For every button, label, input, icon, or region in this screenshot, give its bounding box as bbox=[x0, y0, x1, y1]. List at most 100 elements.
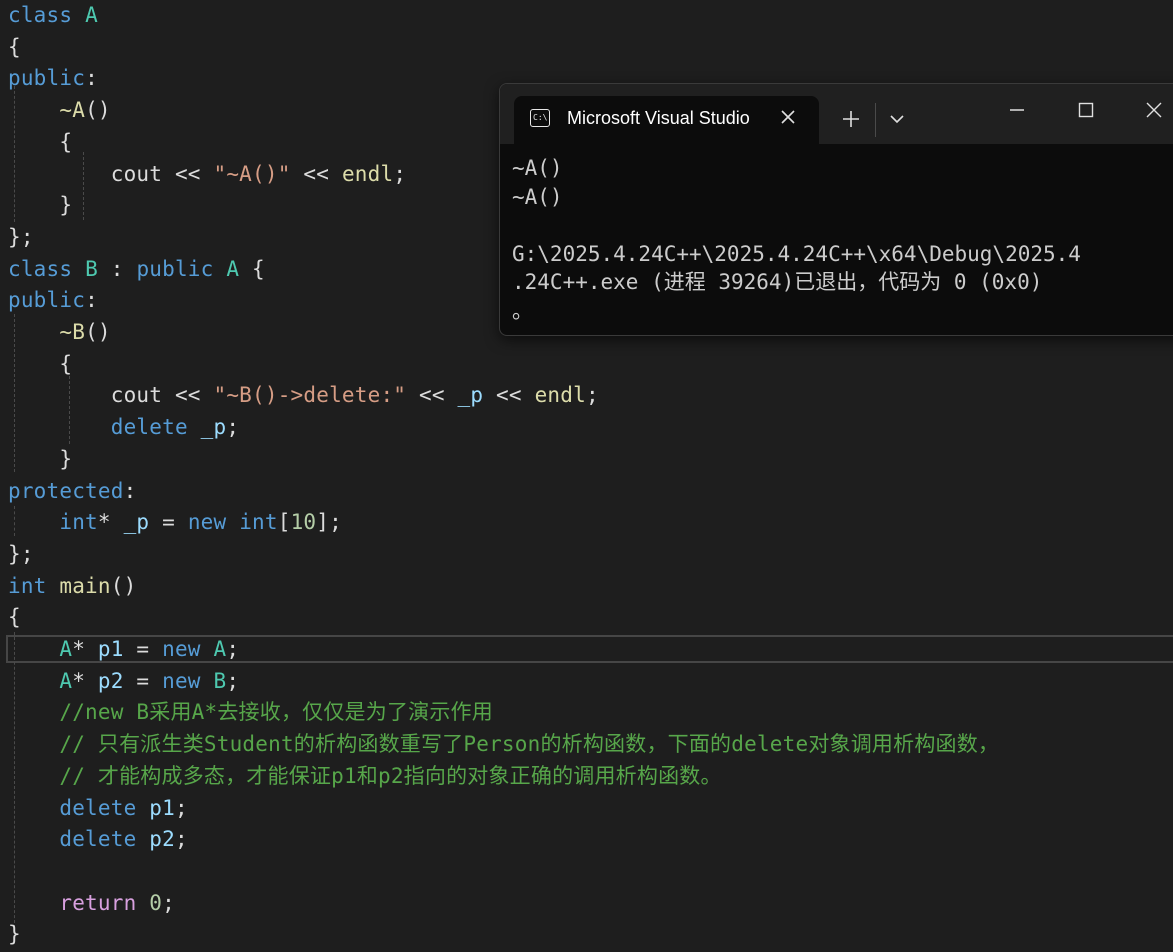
code-token: class bbox=[8, 3, 86, 27]
code-token: ~B bbox=[59, 320, 86, 344]
code-token: // 才能构成多态，才能保证p1和p2指向的对象正确的调用析构函数。 bbox=[8, 763, 722, 788]
code-token: endl bbox=[534, 383, 586, 408]
code-token: } bbox=[8, 446, 73, 471]
title-bar[interactable]: C:\ Microsoft Visual Studio bbox=[500, 84, 1173, 144]
code-line[interactable]: { bbox=[8, 127, 72, 157]
code-line[interactable]: delete _p; bbox=[8, 412, 239, 442]
code-token: p1 bbox=[149, 795, 175, 820]
code-token: ; bbox=[162, 890, 175, 915]
close-window-icon[interactable] bbox=[1142, 98, 1166, 122]
code-line[interactable]: int* _p = new int[10]; bbox=[8, 507, 342, 537]
code-line[interactable]: { bbox=[8, 349, 72, 379]
plus-icon[interactable] bbox=[838, 106, 864, 132]
code-token: B bbox=[213, 668, 227, 693]
code-token: class bbox=[8, 256, 86, 281]
code-token: "~A()" bbox=[213, 161, 291, 186]
code-token: }; bbox=[8, 541, 34, 566]
close-icon[interactable] bbox=[776, 105, 800, 129]
code-token: delete bbox=[110, 415, 201, 440]
code-line[interactable]: }; bbox=[8, 539, 34, 569]
code-line[interactable]: } bbox=[8, 919, 21, 949]
code-token: ; bbox=[226, 668, 240, 693]
code-line[interactable]: A* p1 = new A; bbox=[8, 634, 239, 664]
code-token: { bbox=[8, 351, 73, 376]
titlebar-divider bbox=[875, 103, 876, 137]
code-token: () bbox=[85, 98, 111, 123]
code-token: : bbox=[85, 66, 98, 91]
code-line[interactable]: //new B采用A*去接收，仅仅是为了演示作用 bbox=[8, 697, 493, 727]
terminal-icon-text: C:\ bbox=[533, 113, 548, 122]
code-token: () bbox=[110, 573, 137, 598]
code-token: 10 bbox=[290, 510, 317, 535]
code-token: { bbox=[8, 34, 21, 59]
code-token: : bbox=[85, 288, 98, 313]
code-line[interactable]: delete p2; bbox=[8, 824, 188, 854]
code-token: _p bbox=[123, 510, 150, 535]
code-token: cout << bbox=[8, 383, 214, 408]
code-line[interactable]: cout << "~A()" << endl; bbox=[8, 159, 406, 189]
code-token: A bbox=[59, 637, 73, 661]
code-token: ~A bbox=[59, 98, 86, 123]
code-token: { bbox=[8, 129, 73, 154]
terminal-window[interactable]: C:\ Microsoft Visual Studio ~A() ~A() G:\2… bbox=[499, 83, 1173, 336]
terminal-icon: C:\ bbox=[530, 109, 550, 127]
code-line[interactable]: // 才能构成多态，才能保证p1和p2指向的对象正确的调用析构函数。 bbox=[8, 761, 722, 791]
code-token: [ bbox=[277, 510, 291, 535]
code-line[interactable]: // 只有派生类Student的析构函数重写了Person的析构函数，下面的de… bbox=[8, 729, 999, 759]
code-line[interactable]: ~A() bbox=[8, 95, 111, 125]
code-token: p2 bbox=[149, 827, 175, 852]
code-token: delete bbox=[59, 827, 150, 852]
code-token: A bbox=[226, 256, 240, 281]
code-token: ; bbox=[393, 161, 407, 186]
code-token: = bbox=[149, 510, 188, 535]
code-line[interactable]: protected: bbox=[8, 476, 136, 506]
code-line[interactable]: class B : public A { bbox=[8, 254, 265, 284]
code-token: << bbox=[483, 383, 535, 408]
code-token: main bbox=[59, 573, 111, 598]
code-token: * bbox=[72, 637, 98, 661]
code-token: << bbox=[290, 161, 342, 186]
code-token: new bbox=[162, 637, 214, 661]
code-token: new bbox=[162, 668, 214, 693]
code-token: p1 bbox=[97, 637, 124, 661]
code-line[interactable]: ~B() bbox=[8, 317, 111, 347]
code-line[interactable]: class A bbox=[8, 0, 98, 30]
code-line[interactable]: int main() bbox=[8, 571, 136, 601]
code-line[interactable]: return 0; bbox=[8, 888, 175, 918]
terminal-output-line: ~A() bbox=[512, 184, 563, 209]
code-token: int bbox=[59, 510, 98, 535]
code-line[interactable]: { bbox=[8, 602, 21, 632]
code-line[interactable]: public: bbox=[8, 285, 98, 315]
code-token: int bbox=[8, 573, 60, 598]
code-line[interactable]: } bbox=[8, 444, 72, 474]
code-line[interactable]: } bbox=[8, 190, 72, 220]
chevron-down-icon[interactable] bbox=[886, 107, 908, 131]
terminal-output-line: G:\2025.4.24C++\2025.4.24C++\x64\Debug\2… bbox=[512, 241, 1081, 266]
code-token: public bbox=[136, 256, 227, 281]
code-token: A bbox=[59, 668, 73, 693]
code-token: cout << bbox=[8, 161, 214, 186]
minimize-icon[interactable] bbox=[1005, 98, 1029, 122]
code-line[interactable]: cout << "~B()->delete:" << _p << endl; bbox=[8, 380, 599, 410]
terminal-output-line: ~A() bbox=[512, 156, 563, 180]
code-line[interactable]: { bbox=[8, 32, 21, 62]
code-token: () bbox=[85, 320, 111, 344]
code-line[interactable]: public: bbox=[8, 63, 98, 93]
code-token: B bbox=[85, 256, 98, 281]
code-line[interactable]: delete p1; bbox=[8, 793, 188, 823]
code-token: "~B()->delete:" bbox=[213, 383, 407, 408]
maximize-icon[interactable] bbox=[1074, 98, 1098, 122]
code-token: } bbox=[8, 193, 73, 218]
code-token: ; bbox=[174, 827, 188, 852]
code-token: ; bbox=[226, 415, 240, 440]
code-token: { bbox=[239, 256, 265, 281]
code-line[interactable]: }; bbox=[8, 222, 34, 252]
tab-microsoft-visual-studio[interactable]: C:\ Microsoft Visual Studio bbox=[514, 96, 819, 144]
code-token: : bbox=[97, 256, 137, 281]
code-line[interactable]: A* p2 = new B; bbox=[8, 666, 239, 696]
